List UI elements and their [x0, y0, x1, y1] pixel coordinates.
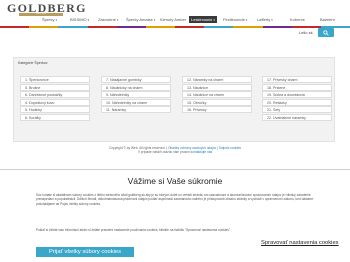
chevron-down-icon: ▾: [245, 17, 248, 22]
category-item[interactable]: 6. Korálky: [20, 113, 90, 121]
nav-item[interactable]: Klenoty Amber: [160, 17, 186, 22]
cookie-title: Vážime si Vaše súkromie: [127, 176, 223, 186]
category-item[interactable]: 19. Súčea a doorášecia: [262, 91, 332, 98]
color-bar-segment: [291, 26, 321, 28]
category-item[interactable]: 5. Hodinky: [20, 106, 90, 113]
contact-link[interactable]: kontaktujte nás: [191, 150, 212, 154]
color-bar-segment: [58, 26, 88, 28]
footer: Copyright © by Web. All rights reserved.…: [108, 146, 242, 155]
category-item[interactable]: 8. Náušnicky na charm: [101, 83, 171, 91]
category-column-3: 12. Náramky na charm 13. Náušnice 14. Ná…: [182, 76, 252, 114]
nav-item[interactable]: Šperky Amalee ▾: [126, 17, 155, 22]
language-selector[interactable]: Lello sk: [299, 30, 313, 35]
nav-item-label: Šperky Amalee: [126, 17, 153, 22]
nav-item[interactable]: Findlimunde ▾: [223, 17, 247, 22]
category-panel-title: Kategórie Šperkov: [18, 61, 48, 65]
category-item[interactable]: 7. Nasájavné gombíky: [101, 76, 171, 83]
nav-item-label: Zásnubné: [98, 17, 116, 22]
nav-item[interactable]: BISSIMO ▾: [70, 17, 89, 22]
category-item[interactable]: 14. Náušnice na charm: [182, 91, 252, 98]
cookie-banner: Vážime si Vaše súkromie Súc lumate si ak…: [0, 169, 350, 262]
color-bar-segment: [116, 26, 146, 28]
category-item[interactable]: 1. Šperkovnice: [20, 76, 90, 83]
category-panel: Kategórie Šperkov 1. Šperkovnice 5. Broš…: [13, 57, 335, 142]
search-icon: [323, 29, 329, 36]
category-item[interactable]: 22. Uvatrialené náramky: [262, 113, 332, 121]
category-item[interactable]: 4. Dopeklový šúvo: [20, 98, 90, 106]
category-item[interactable]: 20. Retiazky: [262, 98, 332, 106]
cookie-text-secondary: Pokiaľ si želáte viac informácií alebo s…: [36, 228, 231, 232]
color-bar: [0, 26, 350, 28]
nav-item-label: Leskinnunie: [191, 17, 213, 22]
chevron-down-icon: ▾: [87, 17, 90, 22]
color-bar-segment: [233, 26, 263, 28]
cookie-text: Súc lumate si akalatinám súbory cookies …: [36, 193, 314, 206]
chevron-down-icon: ▾: [213, 17, 215, 22]
nav-item-label: Findlimunde: [223, 17, 245, 22]
color-bar-segment: [175, 26, 205, 28]
nav-item[interactable]: Lafferty ▾: [257, 17, 273, 22]
category-column-1: 1. Šperkovnice 5. Brošne 6. Darčekové po…: [20, 76, 90, 121]
nav-item[interactable]: Koberce: [290, 17, 305, 22]
search-button[interactable]: [318, 28, 334, 37]
category-item[interactable]: 11. Náramky: [101, 106, 171, 113]
nav-item[interactable]: Leskinnunie ▾: [189, 16, 217, 23]
chevron-down-icon: ▾: [153, 17, 156, 22]
chevron-down-icon: ▾: [55, 17, 57, 22]
category-item[interactable]: 12. Náramky na charm: [182, 76, 252, 83]
color-bar-segment: [204, 26, 234, 28]
nav-item-label: Klenoty Amber: [160, 17, 187, 22]
manage-cookies-button[interactable]: Spravovať nastavenia cookies: [261, 240, 339, 246]
category-item[interactable]: 17. Privesky charm: [262, 76, 332, 83]
category-item[interactable]: 15. Obrúčky: [182, 98, 252, 106]
color-bar-segment: [87, 26, 117, 28]
nav-item-label: BISSIMO: [70, 17, 87, 22]
nav-item[interactable]: Zásnubné ▾: [98, 17, 118, 22]
nav-item[interactable]: Šperky ▾: [42, 17, 57, 22]
footer-note: V prípade našich otázok nám prosím: [137, 150, 190, 155]
category-item[interactable]: 6. Darčekové poukážky: [20, 91, 90, 98]
nav-item[interactable]: Bažebnr: [320, 17, 335, 22]
category-item[interactable]: 10. Náhrdelníky na charm: [101, 98, 171, 106]
nav-item-label: Lafferty: [257, 17, 271, 22]
color-bar-segment: [145, 26, 176, 28]
category-item[interactable]: 18. Prstene: [262, 83, 332, 91]
chevron-down-icon: ▾: [116, 17, 119, 22]
category-column-2: 7. Nasájavné gombíky 8. Náušnicky na cha…: [101, 76, 171, 114]
chevron-down-icon: ▾: [271, 17, 273, 22]
color-bar-segment: [0, 26, 30, 28]
nav-item-label: Bažebnr: [320, 17, 335, 22]
category-item[interactable]: 21. Sety: [262, 106, 332, 113]
accept-cookies-button[interactable]: Prijať všetky súbory cookies: [36, 247, 134, 257]
category-item[interactable]: 9. Náhrdelníky: [101, 91, 171, 98]
nav-item-label: Šperky: [42, 17, 55, 22]
color-bar-segment: [29, 26, 59, 28]
category-item[interactable]: 13. Náušnice: [182, 83, 252, 91]
color-bar-segment: [262, 26, 292, 28]
main-nav: Šperky ▾ BISSIMO ▾ Zásnubné ▾ Šperky Amalee ▾ Kl…: [0, 14, 350, 26]
category-item[interactable]: 5. Brošne: [20, 83, 90, 91]
category-column-4: 17. Privesky charm 18. Prstene 19. Súčea…: [262, 76, 332, 121]
category-item[interactable]: 16. Privesky: [182, 106, 252, 113]
nav-item-label: Koberce: [290, 17, 305, 22]
